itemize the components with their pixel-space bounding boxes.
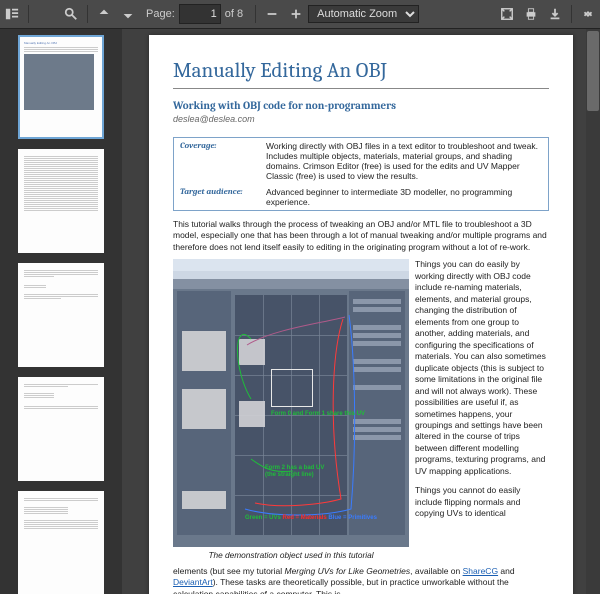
figure-annotation-lines xyxy=(173,259,409,547)
coverage-val: Working directly with OBJ files in a tex… xyxy=(260,138,549,185)
side-paragraphs: Things you can do easily by working dire… xyxy=(415,259,549,561)
pdf-page-1: Manually Editing An OBJ Working with OBJ… xyxy=(149,35,573,594)
author-email: deslea@deslea.com xyxy=(173,114,549,124)
zoom-in-button[interactable] xyxy=(284,2,308,26)
coverage-key: Coverage: xyxy=(174,138,261,185)
find-button[interactable] xyxy=(59,2,83,26)
prev-page-button[interactable] xyxy=(92,2,116,26)
audience-val: Advanced beginner to intermediate 3D mod… xyxy=(260,184,549,211)
zoom-out-button[interactable] xyxy=(260,2,284,26)
vertical-scrollbar[interactable] xyxy=(586,29,600,594)
presentation-button[interactable] xyxy=(495,2,519,26)
info-table: Coverage:Working directly with OBJ files… xyxy=(173,137,549,211)
page-label: Page: xyxy=(146,8,175,20)
thumbnail-3[interactable] xyxy=(18,263,104,367)
download-button[interactable] xyxy=(543,2,567,26)
link-deviantart[interactable]: DeviantArt xyxy=(173,577,213,587)
figure-screenshot: Form 0 and Form 1 share this UV Form 2 h… xyxy=(173,259,409,547)
doc-title: Manually Editing An OBJ xyxy=(173,59,549,89)
viewer-body: Manually Editing An OBJ Manually Editing… xyxy=(0,29,600,594)
bottom-paragraph: elements (but see my tutorial Merging UV… xyxy=(173,566,549,594)
side-p2: Things you cannot do easily include flip… xyxy=(415,485,549,519)
fig-label-share-uv: Form 0 and Form 1 share this UV xyxy=(271,411,365,418)
figure-caption: The demonstration object used in this tu… xyxy=(173,550,409,561)
fig-label-bad-uv: Form 2 has a bad UV (the straight line) xyxy=(265,465,335,478)
intro-paragraph: This tutorial walks through the process … xyxy=(173,219,549,253)
sidebar-toggle[interactable] xyxy=(0,2,24,26)
link-sharecg[interactable]: ShareCG xyxy=(463,566,498,576)
thumbnail-2[interactable] xyxy=(18,149,104,253)
side-p1: Things you can do easily by working dire… xyxy=(415,259,549,477)
zoom-select[interactable]: Automatic Zoom xyxy=(308,5,419,23)
thumbnail-4[interactable] xyxy=(18,377,104,481)
print-button[interactable] xyxy=(519,2,543,26)
pdf-toolbar: Page: of 8 Automatic Zoom xyxy=(0,0,600,29)
page-viewer: Manually Editing An OBJ Working with OBJ… xyxy=(122,29,600,594)
tools-button[interactable] xyxy=(576,2,600,26)
thumbnail-1[interactable]: Manually Editing An OBJ xyxy=(18,35,104,139)
page-input[interactable] xyxy=(179,4,221,24)
thumbnail-sidebar: Manually Editing An OBJ xyxy=(0,29,122,594)
page-total: of 8 xyxy=(225,8,243,20)
doc-subtitle: Working with OBJ code for non-programmer… xyxy=(173,99,549,112)
audience-key: Target audience: xyxy=(174,184,261,211)
next-page-button[interactable] xyxy=(116,2,140,26)
thumbnail-5[interactable] xyxy=(18,491,104,594)
scrollbar-thumb[interactable] xyxy=(587,31,599,111)
fig-legend: Green = UVs Red = Materials Blue = Primi… xyxy=(245,515,377,522)
